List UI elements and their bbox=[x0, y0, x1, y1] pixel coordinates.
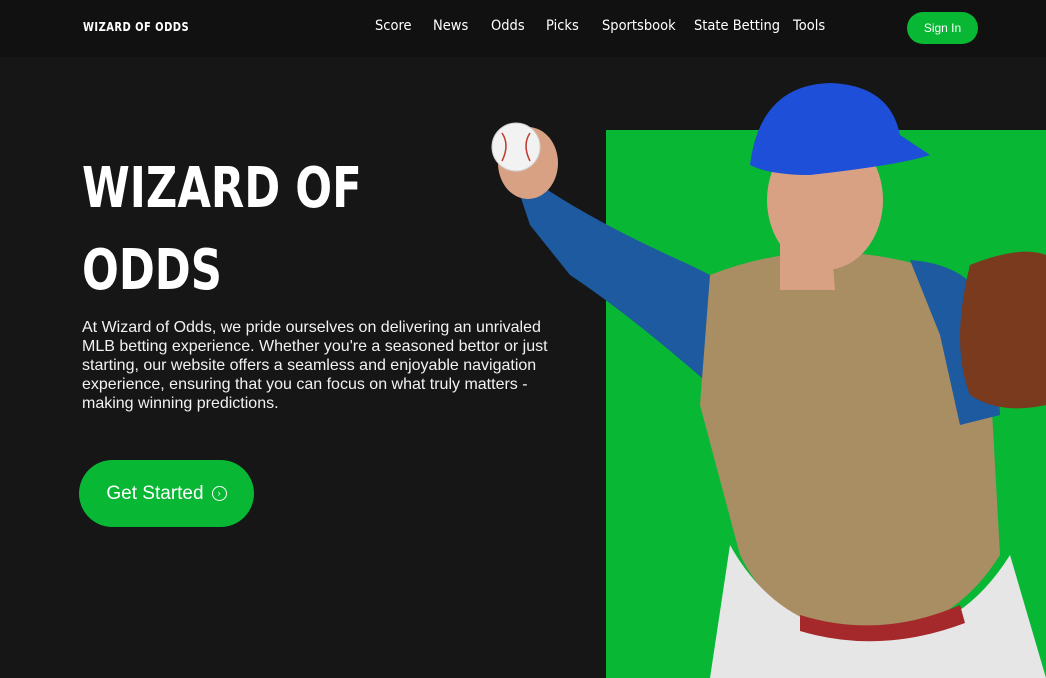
nav-item-odds[interactable]: Odds bbox=[491, 18, 525, 34]
chevron-right-circle-icon: › bbox=[211, 486, 227, 501]
nav-item-sportsbook[interactable]: Sportsbook bbox=[602, 18, 676, 34]
nav-item-state-betting[interactable]: State Betting bbox=[694, 18, 780, 34]
nav-item-news[interactable]: News bbox=[433, 18, 468, 34]
site-logo[interactable]: WIZARD OF ODDS bbox=[83, 20, 189, 34]
sign-in-button[interactable]: Sign In bbox=[907, 12, 978, 44]
nav-item-score[interactable]: Score bbox=[375, 18, 412, 34]
nav-item-picks[interactable]: Picks bbox=[546, 18, 579, 34]
hero-title: WIZARD OF ODDS bbox=[82, 148, 366, 312]
get-started-label: Get Started bbox=[106, 482, 204, 504]
top-navbar: WIZARD OF ODDS Score News Odds Picks Spo… bbox=[0, 0, 1046, 57]
get-started-button[interactable]: Get Started › bbox=[79, 460, 254, 527]
nav-item-tools[interactable]: Tools bbox=[793, 18, 825, 34]
baseball-pitcher-image bbox=[491, 83, 1046, 678]
hero-title-line1: WIZARD OF bbox=[82, 156, 362, 221]
hero-title-line2: ODDS bbox=[82, 238, 222, 303]
